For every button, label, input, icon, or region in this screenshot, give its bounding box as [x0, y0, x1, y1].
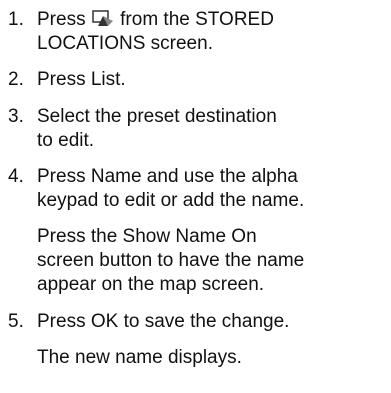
step-number: 1.	[8, 9, 24, 30]
step-note-line-1: Press the Show Name On	[37, 226, 257, 247]
step-text-before-icon: Press	[37, 9, 86, 30]
step-text-line-2: keypad to edit or add the name.	[37, 190, 305, 211]
step-number: 3.	[8, 106, 24, 127]
step-note-line-2: screen button to have the name	[37, 250, 305, 271]
map-view-icon	[92, 10, 113, 26]
step-note-line-3: appear on the map screen.	[37, 274, 265, 295]
step-number: 5.	[8, 311, 24, 332]
step-text: Press OK to save the change. The new nam…	[37, 310, 387, 370]
step-text: Press Name and use the alpha keypad to e…	[37, 165, 387, 297]
step-text-line-2: LOCATIONS screen.	[37, 33, 213, 54]
step-number: 4.	[8, 166, 24, 187]
step-text-line-1: Press OK to save the change.	[37, 311, 290, 332]
step-text: Select the preset destination to edit.	[37, 105, 387, 153]
step-note-line-1: The new name displays.	[37, 347, 242, 368]
step-text-after-icon: from the STORED	[120, 9, 274, 30]
step-text-line-2: to edit.	[37, 130, 95, 151]
step-text: Press List.	[37, 68, 387, 92]
step-number: 2.	[8, 69, 24, 90]
step-text-line-1: Press Name and use the alpha	[37, 166, 298, 187]
step-text-line-1: Press List.	[37, 69, 126, 90]
step-text: Press from the STORED LOCATIONS screen.	[37, 8, 387, 56]
instruction-page: 1. Press from the STORED LOCATIONS scree…	[0, 0, 391, 393]
step-text-line-1: Select the preset destination	[37, 106, 277, 127]
